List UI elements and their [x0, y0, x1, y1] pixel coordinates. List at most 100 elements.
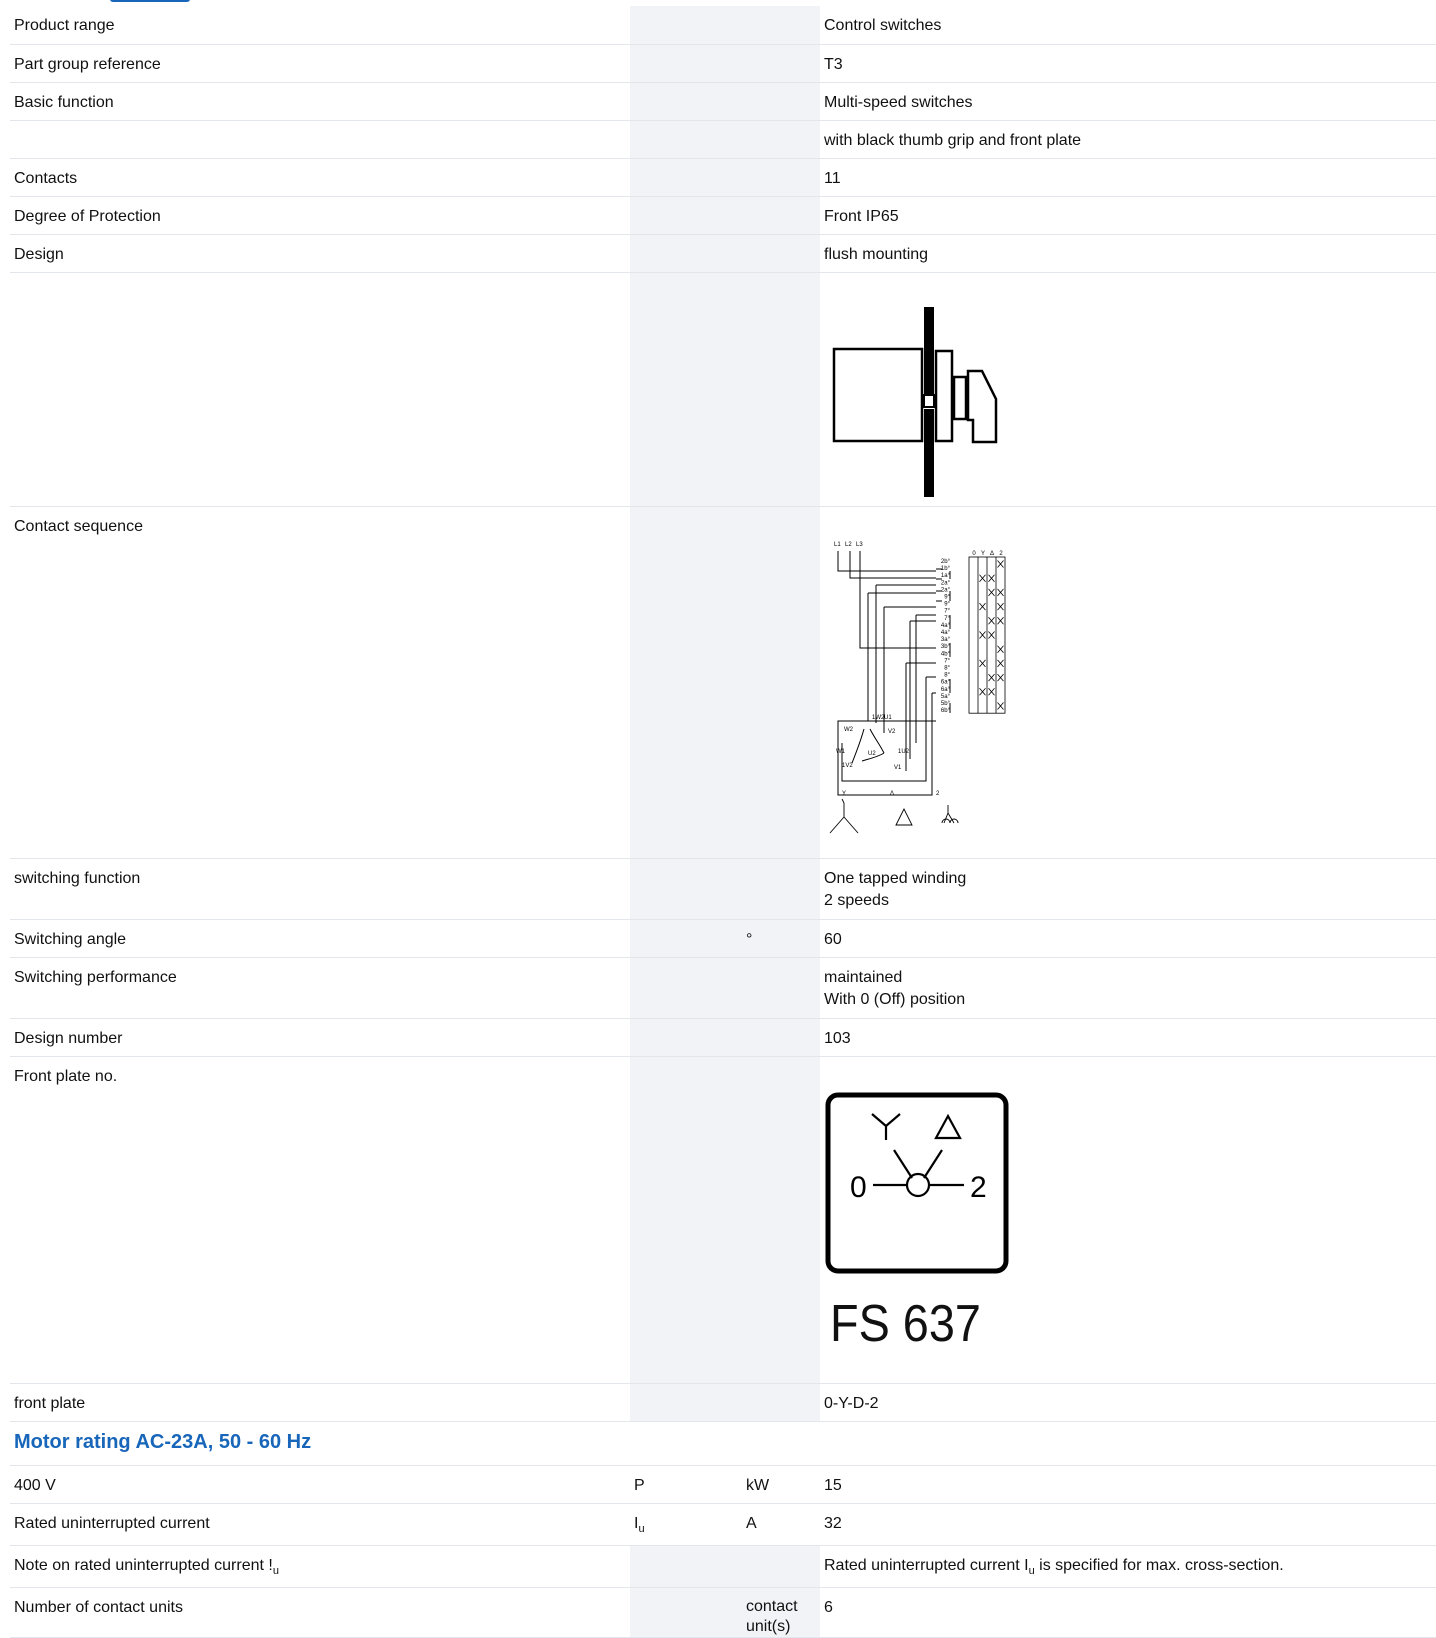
winding-label: U2 [868, 751, 876, 757]
connection-label: Y [842, 791, 846, 797]
contact-label: 5b° [941, 701, 951, 707]
contact-sequence-diagram: L1 L2 L30 Y Δ 22b°1b°1a°2a°2a°9°9°7°7°4a°4a°3… [829, 542, 1006, 833]
row-label: Design number [10, 1018, 630, 1057]
position-label: 0 [972, 551, 976, 557]
value-pre: Rated uninterrupted current I [824, 1556, 1029, 1574]
row-front-plate: front plate 0-Y-D-2 [10, 1383, 1436, 1422]
row-symbol [630, 1545, 742, 1588]
winding-label: W1 [836, 749, 846, 755]
row-label [10, 120, 630, 159]
position-label: Y [981, 551, 985, 557]
row-label: Contact sequence [10, 506, 630, 859]
row-unit [742, 1018, 820, 1057]
contact-closed-mark [979, 630, 986, 639]
row-label: Number of contact units [10, 1587, 630, 1638]
row-unit [742, 120, 820, 159]
row-unit [742, 196, 820, 235]
connection-label: Δ [890, 791, 894, 797]
row-symbol [630, 919, 742, 958]
connection-label: 2 [936, 791, 940, 797]
contact-closed-mark [979, 573, 986, 582]
contact-label: 9° [944, 594, 950, 600]
contact-closed-mark [988, 673, 995, 681]
spec-table: Product range Control switches Part grou… [10, 6, 1436, 1638]
row-symbol [630, 957, 742, 1019]
row-symbol [630, 82, 742, 121]
row-symbol [630, 1056, 742, 1384]
row-unit [742, 82, 820, 121]
row-contacts: Contacts 11 [10, 158, 1436, 197]
row-unit [742, 272, 820, 507]
contact-label: 4b° [941, 651, 951, 657]
row-symbol [630, 44, 742, 83]
row-symbol [630, 272, 742, 507]
row-unit: contact unit(s) [742, 1587, 820, 1638]
contact-closed-mark [979, 602, 986, 610]
row-symbol [630, 1587, 742, 1638]
row-switching-angle: Switching angle ° 60 [10, 919, 1436, 958]
contact-closed-mark [997, 602, 1004, 610]
row-switching-function: switching function One tapped winding 2 … [10, 858, 1436, 920]
terminal-label: L1 [834, 542, 841, 548]
row-value: Front IP65 [820, 196, 1436, 235]
contact-closed-mark [997, 673, 1004, 681]
contact-closed-mark [988, 588, 995, 596]
row-value: 0-Y-D-2 [820, 1383, 1436, 1422]
row-symbol [630, 1018, 742, 1057]
contact-label: 3b° [941, 644, 951, 650]
contact-closed-mark [988, 687, 995, 696]
row-value: 11 [820, 158, 1436, 197]
contact-label: 7° [944, 608, 950, 614]
row-symbol [630, 234, 742, 273]
row-value: 15 [820, 1465, 1436, 1504]
contact-closed-mark [997, 588, 1004, 596]
row-note-current: Note on rated uninterrupted current !u R… [10, 1545, 1436, 1588]
row-label: Design [10, 234, 630, 273]
front-plate-position-0: 0 [850, 1171, 867, 1204]
contact-label: 4a° [941, 622, 951, 628]
row-symbol: P [630, 1465, 742, 1504]
row-unit [742, 234, 820, 273]
row-unit: A [742, 1503, 820, 1546]
winding-label: U1 [884, 715, 892, 721]
row-value: 60 [820, 919, 1436, 958]
row-mounting-drawing [10, 272, 1436, 507]
row-unit [742, 6, 820, 45]
contact-label: 6b° [941, 708, 951, 714]
position-label: 2 [999, 551, 1003, 557]
row-value [820, 272, 1436, 507]
row-value: L1 L2 L3 0 Y Δ 2 2b° 1b° 1a° 2a° 2a° 9° 9° 7° 7° 4a° 4a° 3… [820, 506, 1436, 859]
contact-label: 1a° [941, 573, 951, 579]
contact-closed-mark [997, 659, 1004, 667]
value-post: is specified for max. cross-section. [1034, 1556, 1284, 1574]
row-unit [742, 858, 820, 920]
label-main: Note on rated uninterrupted current ! [14, 1556, 273, 1574]
row-400v: 400 V P kW 15 [10, 1465, 1436, 1504]
row-symbol [630, 158, 742, 197]
row-value: One tapped winding 2 speeds [820, 858, 1436, 920]
symbol-sub: u [638, 1522, 645, 1535]
label-sub: u [272, 1564, 279, 1577]
row-value: with black thumb grip and front plate [820, 120, 1436, 159]
row-unit [742, 44, 820, 83]
row-switching-performance: Switching performance maintained With 0 … [10, 957, 1436, 1019]
row-symbol [630, 858, 742, 920]
contact-closed-mark [988, 630, 995, 639]
row-unit [742, 506, 820, 859]
row-symbol [630, 1383, 742, 1422]
section-motor-rating: Motor rating AC-23A, 50 - 60 Hz [10, 1421, 1436, 1466]
row-symbol [630, 6, 742, 45]
contact-label: 8° [944, 672, 950, 678]
row-value: T3 [820, 44, 1436, 83]
row-label: switching function [10, 858, 630, 920]
row-symbol: Iu [630, 1503, 742, 1546]
section-title: Motor rating AC-23A, 50 - 60 Hz [10, 1421, 820, 1466]
contact-closed-mark [997, 644, 1004, 653]
row-value: maintained With 0 (Off) position [820, 957, 1436, 1019]
contact-label: 9° [944, 601, 950, 607]
contact-label: 4a° [941, 630, 951, 636]
row-value: Rated uninterrupted current Iu is specif… [820, 1545, 1436, 1588]
row-label: Product range [10, 6, 630, 45]
row-unit [742, 1545, 820, 1588]
row-basic-function-extra: with black thumb grip and front plate [10, 120, 1436, 159]
